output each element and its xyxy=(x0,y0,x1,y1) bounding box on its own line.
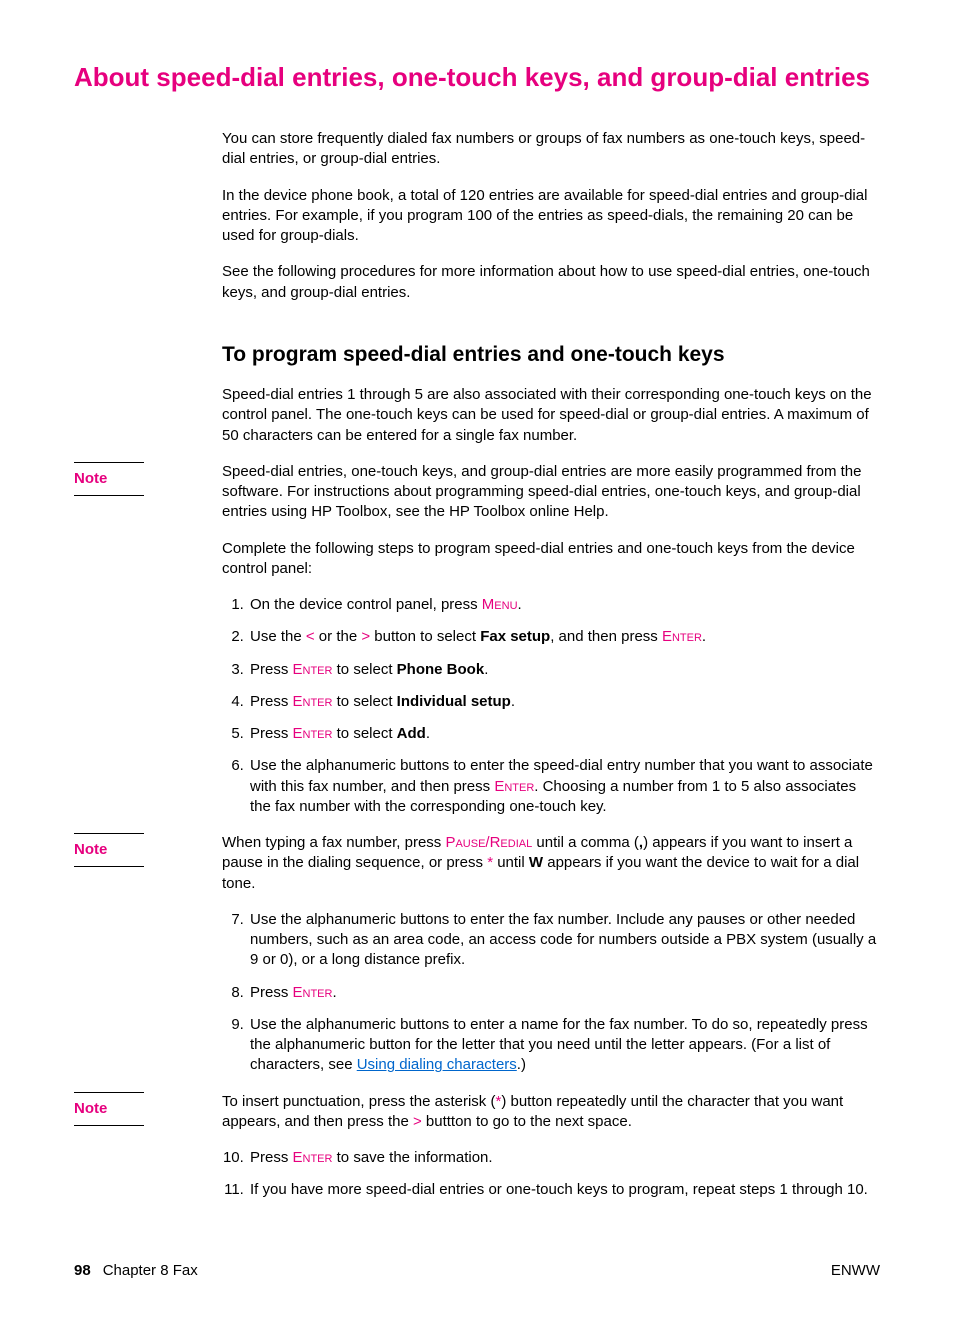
step-7: Use the alphanumeric buttons to enter th… xyxy=(248,910,880,971)
note-label: Note xyxy=(74,1093,222,1125)
steps-list-3: Press Enter to save the information. If … xyxy=(222,1148,880,1201)
steps-list: On the device control panel, press Menu.… xyxy=(222,595,880,817)
steps-intro: Complete the following steps to program … xyxy=(222,539,880,580)
enter-key: Enter xyxy=(293,725,333,742)
step-10: Press Enter to save the information. xyxy=(248,1148,880,1168)
note-2-text: When typing a fax number, press Pause/Re… xyxy=(222,833,880,894)
enter-key: Enter xyxy=(293,693,333,710)
intro-p1: You can store frequently dialed fax numb… xyxy=(222,129,880,170)
enter-key: Enter xyxy=(293,661,333,678)
steps-list-2: Use the alphanumeric buttons to enter th… xyxy=(222,910,880,1076)
step-9: Use the alphanumeric buttons to enter a … xyxy=(248,1015,880,1076)
step-3: Press Enter to select Phone Book. xyxy=(248,660,880,680)
intro-p2: In the device phone book, a total of 120… xyxy=(222,186,880,247)
menu-key: Menu xyxy=(482,596,518,613)
pause-redial-key: Pause/Redial xyxy=(445,834,532,851)
note-label: Note xyxy=(74,463,222,495)
note-2: Note When typing a fax number, press Pau… xyxy=(74,833,880,894)
step-5: Press Enter to select Add. xyxy=(248,724,880,744)
step-11: If you have more speed-dial entries or o… xyxy=(248,1180,880,1200)
step-2: Use the < or the > button to select Fax … xyxy=(248,627,880,647)
footer-right: ENWW xyxy=(831,1261,880,1281)
note-1-text: Speed-dial entries, one-touch keys, and … xyxy=(222,462,880,523)
right-arrow: > xyxy=(361,628,370,645)
note-label: Note xyxy=(74,834,222,866)
page-footer: 98 Chapter 8 Fax ENWW xyxy=(74,1261,880,1281)
enter-key: Enter xyxy=(494,778,534,795)
section-p1: Speed-dial entries 1 through 5 are also … xyxy=(222,385,880,446)
step-4: Press Enter to select Individual setup. xyxy=(248,692,880,712)
chapter-label: Chapter 8 Fax xyxy=(103,1262,198,1279)
enter-key: Enter xyxy=(293,984,333,1001)
section-heading: To program speed-dial entries and one-to… xyxy=(222,341,880,369)
left-arrow: < xyxy=(306,628,315,645)
step-6: Use the alphanumeric buttons to enter th… xyxy=(248,756,880,817)
using-dialing-characters-link[interactable]: Using dialing characters xyxy=(357,1056,517,1073)
note-3: Note To insert punctuation, press the as… xyxy=(74,1092,880,1133)
note-3-text: To insert punctuation, press the asteris… xyxy=(222,1092,880,1133)
step-8: Press Enter. xyxy=(248,983,880,1003)
right-arrow: > xyxy=(413,1113,422,1130)
page-number: 98 xyxy=(74,1262,91,1279)
enter-key: Enter xyxy=(662,628,702,645)
page-title: About speed-dial entries, one-touch keys… xyxy=(74,60,880,95)
intro-p3: See the following procedures for more in… xyxy=(222,262,880,303)
enter-key: Enter xyxy=(293,1149,333,1166)
step-1: On the device control panel, press Menu. xyxy=(248,595,880,615)
note-1: Note Speed-dial entries, one-touch keys,… xyxy=(74,462,880,523)
